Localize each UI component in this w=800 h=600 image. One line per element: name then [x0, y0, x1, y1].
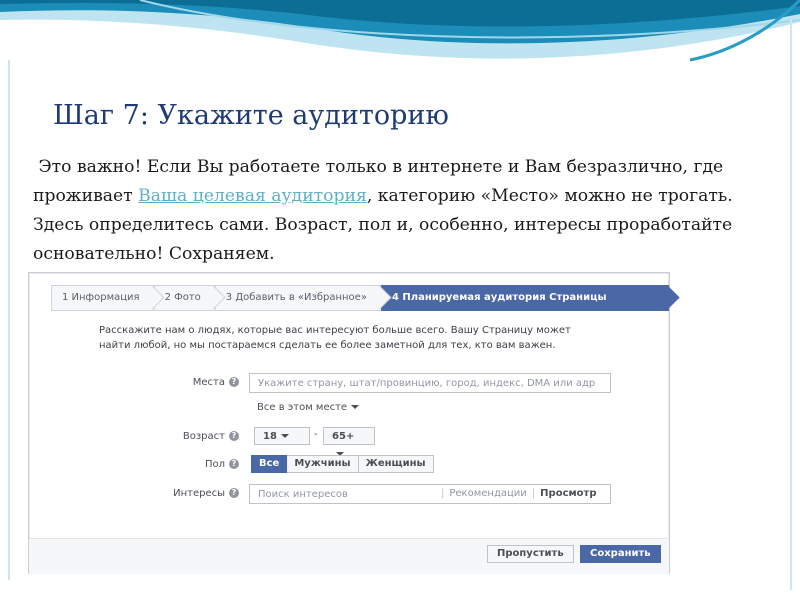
step-info-label: 1 Информация	[62, 292, 140, 303]
facebook-audience-form: 1 Информация 2 Фото 3 Добавить в «Избран…	[28, 272, 670, 574]
separator: |	[441, 488, 445, 499]
slide: Шаг 7: Укажите аудиторию Это важно! Если…	[0, 0, 800, 600]
places-label: Места	[192, 377, 225, 388]
header-wave-decoration	[0, 0, 800, 62]
places-scope-label: Все в этом месте	[257, 402, 348, 413]
form-intro-text: Расскажите нам о людях, которые вас инте…	[99, 325, 571, 351]
places-help-icon[interactable]: ?	[229, 377, 239, 387]
age-separator: -	[314, 429, 318, 440]
gender-help-icon[interactable]: ?	[229, 459, 239, 469]
age-min-value: 18	[263, 431, 277, 442]
separator: |	[531, 488, 536, 499]
places-input[interactable]: Укажите страну, штат/провинцию, город, и…	[249, 373, 611, 393]
slide-title: Шаг 7: Укажите аудиторию	[53, 100, 449, 131]
slide-body-text: Это важно! Если Вы работаете только в ин…	[33, 153, 773, 269]
left-border-decoration	[8, 60, 10, 580]
target-audience-link[interactable]: Ваша целевая аудитория	[138, 186, 367, 206]
gender-option-men[interactable]: Мужчины	[287, 455, 359, 473]
interests-label-row: Интересы?	[69, 488, 239, 499]
interests-help-icon[interactable]: ?	[229, 488, 239, 498]
step-info[interactable]: 1 Информация	[51, 285, 154, 311]
gender-option-all[interactable]: Все	[251, 455, 288, 473]
skip-button[interactable]: Пропустить	[487, 545, 574, 563]
step-audience[interactable]: 4 Планируемая аудитория Страницы	[380, 285, 669, 311]
age-help-icon[interactable]: ?	[229, 431, 239, 441]
age-max-select[interactable]: 65+	[323, 427, 375, 456]
gender-option-women[interactable]: Женщины	[358, 455, 434, 473]
wizard-steps: 1 Информация 2 Фото 3 Добавить в «Избран…	[51, 285, 669, 311]
interests-actions: | Рекомендации | Просмотр	[436, 484, 597, 504]
right-border-decoration	[790, 20, 792, 590]
step-favorites-label: 3 Добавить в «Избранное»	[225, 292, 367, 303]
gender-segmented-control: Все Мужчины Женщины	[251, 455, 434, 473]
step-photo-label: 2 Фото	[164, 292, 201, 303]
step-audience-label: 4 Планируемая аудитория Страницы	[391, 292, 607, 303]
places-label-row: Места?	[69, 377, 239, 388]
recommendations-link[interactable]: Рекомендации	[449, 488, 526, 499]
save-button[interactable]: Сохранить	[580, 545, 661, 563]
step-favorites[interactable]: 3 Добавить в «Избранное»	[214, 285, 381, 311]
form-footer: Пропустить Сохранить	[29, 538, 669, 574]
view-link[interactable]: Просмотр	[540, 488, 596, 499]
age-min-select[interactable]: 18	[254, 427, 310, 445]
gender-label-row: Пол?	[69, 459, 239, 470]
age-label: Возраст	[182, 431, 225, 442]
age-max-value: 65+	[332, 431, 355, 442]
chevron-down-icon	[351, 405, 360, 409]
interests-label: Интересы	[173, 488, 225, 499]
chevron-down-icon	[280, 434, 289, 438]
gender-label: Пол	[204, 459, 225, 470]
age-label-row: Возраст?	[69, 431, 239, 442]
places-scope-dropdown[interactable]: Все в этом месте	[257, 402, 360, 413]
